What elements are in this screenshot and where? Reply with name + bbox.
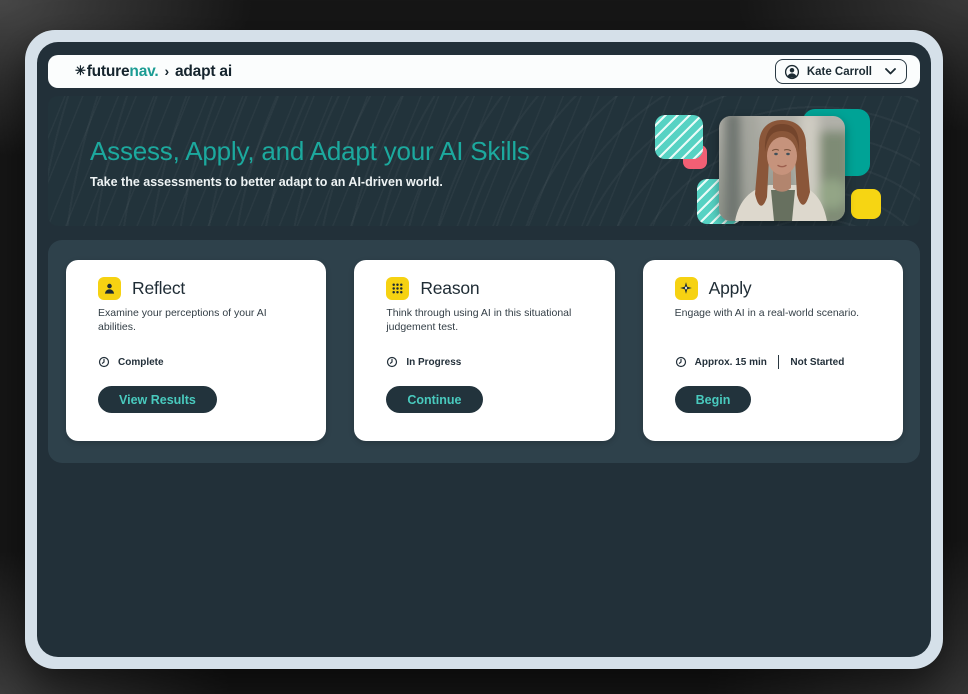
device-frame: ✳futurenav. › adapt ai Kate Carroll (25, 30, 943, 669)
card-apply: Apply Engage with AI in a real-world sce… (643, 260, 903, 441)
status-divider (778, 355, 780, 369)
clock-icon (675, 356, 687, 368)
clock-icon (386, 356, 398, 368)
card-title: Apply (709, 278, 752, 299)
hero-text-block: Assess, Apply, and Adapt your AI Skills … (90, 136, 530, 189)
card-description: Engage with AI in a real-world scenario. (675, 307, 879, 349)
status-label: Not Started (790, 357, 844, 368)
top-navbar: ✳futurenav. › adapt ai Kate Carroll (48, 55, 920, 88)
card-description: Examine your perceptions of your AI abil… (98, 307, 302, 349)
view-results-button[interactable]: View Results (98, 386, 217, 413)
hero-banner: Assess, Apply, and Adapt your AI Skills … (48, 96, 920, 226)
card-header: Reflect (98, 275, 302, 301)
card-title: Reason (420, 278, 479, 299)
card-header: Reason (386, 275, 590, 301)
brand-name-primary: future (87, 63, 130, 81)
hero-subtitle: Take the assessments to better adapt to … (90, 175, 530, 189)
chevron-down-icon (885, 68, 896, 75)
hero-title: Assess, Apply, and Adapt your AI Skills (90, 136, 530, 167)
hero-portrait-photo (719, 116, 845, 221)
status-label: Complete (118, 357, 164, 368)
person-icon (98, 277, 121, 300)
duration-label: Approx. 15 min (695, 357, 767, 368)
begin-button[interactable]: Begin (675, 386, 752, 413)
brand-name-accent: nav. (129, 63, 158, 81)
assessments-panel: Reflect Examine your perceptions of your… (48, 240, 920, 463)
card-status-row: Approx. 15 min Not Started (675, 355, 879, 369)
card-reflect: Reflect Examine your perceptions of your… (66, 260, 326, 441)
decor-yellow-square (851, 189, 881, 219)
user-menu-button[interactable]: Kate Carroll (775, 59, 907, 84)
brand-logo: ✳futurenav. › adapt ai (75, 63, 232, 81)
card-header: Apply (675, 275, 879, 301)
card-title: Reflect (132, 278, 185, 299)
grid-dots-icon (386, 277, 409, 300)
sparkle-icon (675, 277, 698, 300)
app-screen: ✳futurenav. › adapt ai Kate Carroll (37, 42, 931, 657)
card-status-row: In Progress (386, 355, 590, 369)
app-name: adapt ai (175, 63, 232, 81)
clock-icon (98, 356, 110, 368)
user-name: Kate Carroll (807, 66, 872, 78)
card-description: Think through using AI in this situation… (386, 307, 590, 349)
status-label: In Progress (406, 357, 461, 368)
card-status-row: Complete (98, 355, 302, 369)
user-avatar-icon (784, 64, 800, 80)
continue-button[interactable]: Continue (386, 386, 482, 413)
brand-asterisk-icon: ✳ (75, 63, 86, 79)
decor-striped-square-top (655, 115, 703, 159)
card-reason: Reason Think through using AI in this si… (354, 260, 614, 441)
breadcrumb-separator: › (165, 63, 169, 79)
